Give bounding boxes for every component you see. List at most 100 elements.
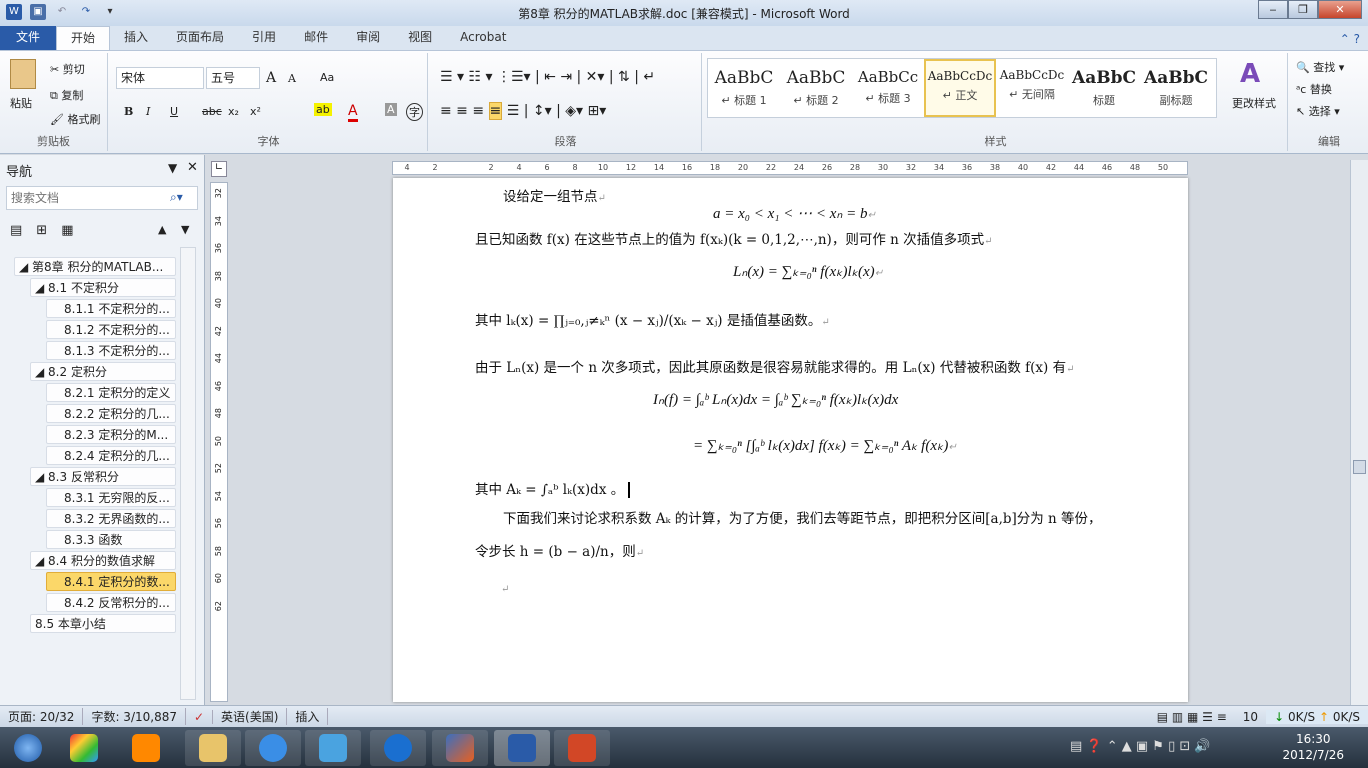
- vertical-scrollbar[interactable]: [1350, 160, 1368, 705]
- tab-selector-icon[interactable]: ∟: [211, 161, 227, 177]
- explorer-icon[interactable]: [185, 730, 241, 766]
- bird-app-icon[interactable]: [305, 730, 361, 766]
- tab-view[interactable]: 视图: [394, 26, 446, 50]
- nav-heading-item[interactable]: ◢ 8.1 不定积分: [30, 278, 176, 297]
- font-size-combo[interactable]: 五号: [206, 67, 260, 89]
- nav-heading-item[interactable]: 8.4.2 反常积分的...: [46, 593, 176, 612]
- bullets-icon[interactable]: ☰ ▾ ☷ ▾ ⋮☰▾ | ⇤ ⇥ | ✕▾ | ⇅ | ↵: [440, 69, 655, 85]
- tab-references[interactable]: 引用: [238, 26, 290, 50]
- minimize-button[interactable]: ‒: [1258, 0, 1288, 19]
- shrink-font-button[interactable]: A: [288, 72, 296, 85]
- font-color-button[interactable]: A: [348, 103, 358, 122]
- paste-icon[interactable]: [10, 59, 36, 89]
- font-name-combo[interactable]: 宋体: [116, 67, 204, 89]
- style-subtitle[interactable]: AaBbC 副标题: [1140, 59, 1212, 117]
- ie-icon[interactable]: [245, 730, 301, 766]
- italic-button[interactable]: I: [146, 105, 150, 118]
- vertical-ruler[interactable]: 32 34 36 38 40 42 44 46 48 50 52 54 56 58 60 62: [210, 182, 228, 702]
- enclose-char-button[interactable]: 字: [406, 103, 423, 121]
- tab-home[interactable]: 开始: [56, 26, 111, 50]
- highlight-icon[interactable]: ab: [314, 103, 332, 116]
- scroll-thumb[interactable]: [1353, 460, 1366, 474]
- nav-scrollbar[interactable]: [180, 247, 196, 700]
- nav-heading-item[interactable]: 8.3.2 无界函数的...: [46, 509, 176, 528]
- grow-font-button[interactable]: A: [266, 70, 276, 86]
- change-styles-icon[interactable]: A: [1240, 59, 1260, 89]
- pages-view-icon[interactable]: ⊞: [36, 223, 47, 238]
- char-shading-button[interactable]: A: [385, 103, 397, 116]
- word-count[interactable]: 字数: 3/10,887: [83, 708, 186, 725]
- tab-page-layout[interactable]: 页面布局: [162, 26, 238, 50]
- nav-heading-item[interactable]: ◢ 第8章 积分的MATLAB...: [14, 257, 176, 276]
- superscript-button[interactable]: x²: [250, 105, 261, 118]
- nav-prev-icon[interactable]: ▲: [158, 223, 166, 236]
- bold-button[interactable]: B: [124, 105, 133, 118]
- insert-mode[interactable]: 插入: [287, 708, 329, 725]
- app-icon[interactable]: [56, 730, 112, 766]
- document-page[interactable]: 设给定一组节点↵ a = x₀ < x₁ < ⋯ < xₙ = b↵ 且已知函数…: [393, 178, 1188, 702]
- tab-insert[interactable]: 插入: [110, 26, 162, 50]
- nav-heading-item[interactable]: ◢ 8.3 反常积分: [30, 467, 176, 486]
- format-painter-button[interactable]: 🖌 格式刷: [50, 111, 100, 127]
- horizontal-ruler[interactable]: 4 2 2 4 6 8 10 12 14 16 18 20 22 24 26 28 30 32 34 36 38 40 42…: [392, 161, 1188, 175]
- strikethrough-button[interactable]: abc: [202, 105, 222, 118]
- nav-heading-item[interactable]: 8.2.3 定积分的M...: [46, 425, 176, 444]
- tray-icons[interactable]: ▤ ❓ ⌃ ▲ ▣ ⚑ ▯ ⊡ 🔊: [1070, 739, 1211, 754]
- change-case-button[interactable]: Aa: [320, 71, 334, 84]
- zoom-level[interactable]: 10: [1235, 710, 1266, 724]
- clock[interactable]: 16:30 2012/7/26: [1282, 731, 1344, 763]
- nav-heading-item[interactable]: 8.3.1 无穷限的反...: [46, 488, 176, 507]
- style-heading-1[interactable]: AaBbC ↵ 标题 1: [708, 59, 780, 117]
- restore-button[interactable]: ❐: [1288, 0, 1318, 19]
- nav-heading-item[interactable]: 8.2.1 定积分的定义: [46, 383, 176, 402]
- underline-button[interactable]: U: [170, 105, 178, 118]
- nav-heading-item[interactable]: 8.3.3 函数: [46, 530, 176, 549]
- nav-heading-item[interactable]: 8.1.2 不定积分的...: [46, 320, 176, 339]
- nav-heading-item[interactable]: 8.2.4 定积分的几...: [46, 446, 176, 465]
- replace-button[interactable]: ᵃc 替换: [1296, 81, 1332, 97]
- select-button[interactable]: ↖ 选择 ▾: [1296, 103, 1340, 119]
- find-button[interactable]: 🔍 查找 ▾: [1296, 59, 1344, 75]
- cut-button[interactable]: ✂ 剪切: [50, 61, 85, 77]
- help-icon[interactable]: ⌃ ?: [1332, 32, 1368, 50]
- tab-mailings[interactable]: 邮件: [290, 26, 342, 50]
- nav-close-icon[interactable]: ✕: [187, 160, 198, 175]
- align-buttons[interactable]: ≡ ≡ ≡ ≡ ☰ | ↕▾ | ◈▾ ⊞▾: [440, 102, 606, 120]
- change-styles-button[interactable]: 更改样式: [1232, 95, 1276, 111]
- matlab-icon[interactable]: [432, 730, 488, 766]
- style-heading-3[interactable]: AaBbCc ↵ 标题 3: [852, 59, 924, 117]
- page-count[interactable]: 页面: 20/32: [0, 708, 84, 725]
- justify-icon[interactable]: ≡: [488, 102, 503, 120]
- subscript-button[interactable]: x₂: [228, 105, 239, 118]
- powerpoint-icon[interactable]: [554, 730, 610, 766]
- nav-heading-item[interactable]: 8.5 本章小结: [30, 614, 176, 633]
- style-heading-2[interactable]: AaBbC ↵ 标题 2: [780, 59, 852, 117]
- headings-view-icon[interactable]: ▤: [10, 223, 22, 238]
- close-button[interactable]: ✕: [1318, 0, 1362, 19]
- paste-button[interactable]: 粘贴: [10, 95, 32, 111]
- results-view-icon[interactable]: ▦: [61, 223, 73, 238]
- sogou-icon[interactable]: [370, 730, 426, 766]
- language[interactable]: 英语(美国): [213, 708, 288, 725]
- nav-heading-item[interactable]: ◢ 8.4 积分的数值求解: [30, 551, 176, 570]
- view-buttons[interactable]: ▤ ▥ ▦ ☰ ≡: [1149, 710, 1235, 724]
- style-normal[interactable]: AaBbCcDc ↵ 正文: [924, 59, 996, 117]
- word-taskbar-icon[interactable]: [494, 730, 550, 766]
- proofing-icon[interactable]: ✓: [186, 709, 214, 724]
- nav-heading-item[interactable]: 8.2.2 定积分的几...: [46, 404, 176, 423]
- nav-heading-item[interactable]: 8.4.1 定积分的数...: [46, 572, 176, 591]
- nav-menu-icon[interactable]: ▼: [168, 161, 177, 175]
- nav-heading-item[interactable]: 8.1.1 不定积分的...: [46, 299, 176, 318]
- start-button[interactable]: [0, 730, 56, 766]
- media-player-icon[interactable]: [118, 730, 174, 766]
- style-no-spacing[interactable]: AaBbCcDc ↵ 无间隔: [996, 59, 1068, 117]
- copy-button[interactable]: ⧉ 复制: [50, 87, 83, 103]
- nav-next-icon[interactable]: ▼: [181, 223, 189, 236]
- style-title[interactable]: AaBbC 标题: [1068, 59, 1140, 117]
- tab-review[interactable]: 审阅: [342, 26, 394, 50]
- search-icon[interactable]: ⌕▾: [170, 190, 183, 205]
- nav-heading-item[interactable]: 8.1.3 不定积分的...: [46, 341, 176, 360]
- tab-file[interactable]: 文件: [0, 26, 56, 50]
- tab-acrobat[interactable]: Acrobat: [446, 26, 520, 50]
- nav-heading-item[interactable]: ◢ 8.2 定积分: [30, 362, 176, 381]
